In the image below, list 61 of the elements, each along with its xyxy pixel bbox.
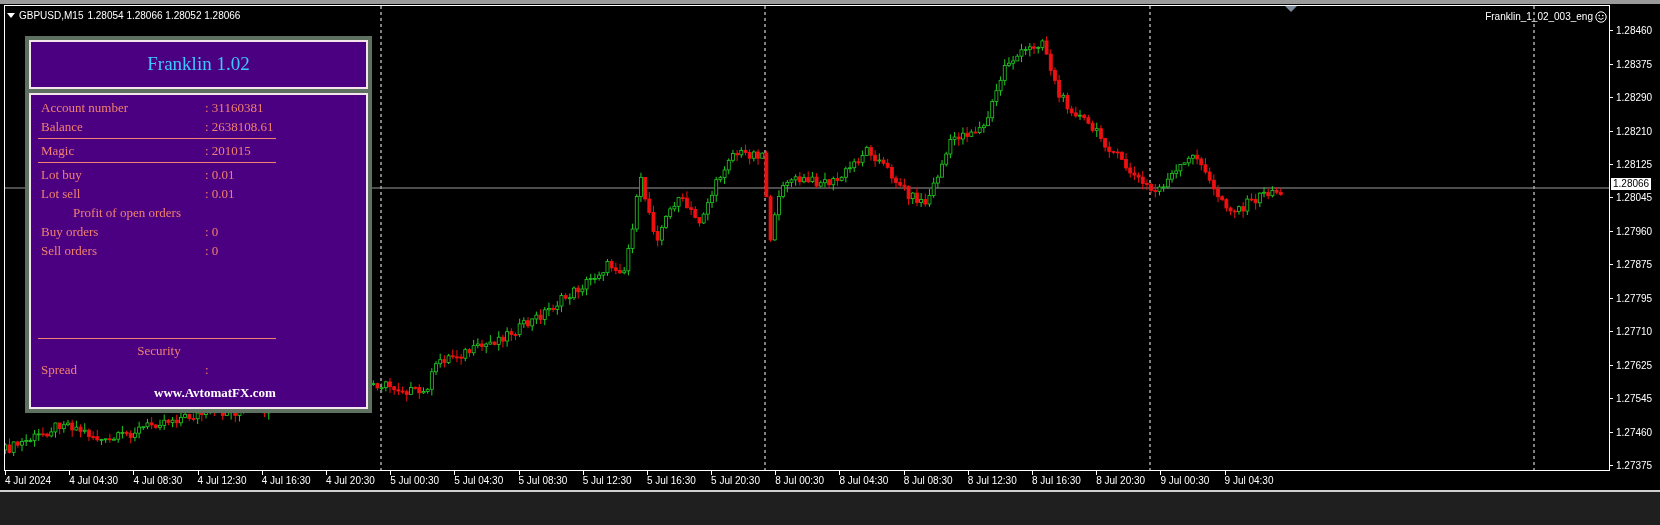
website-link[interactable]: www.AvtomatFX.com [154, 383, 276, 403]
time-label: 8 Jul 04:30 [839, 475, 890, 487]
field-value: : 201015 [205, 141, 251, 160]
price-label: 1.27375 [1615, 459, 1653, 474]
field-label: Spread [41, 360, 79, 379]
price-label: 1.28375 [1615, 57, 1653, 72]
expert-name: Franklin_1_02_003_eng [1485, 10, 1593, 24]
time-label: 4 Jul 2024 [5, 475, 53, 487]
field-label: Balance [41, 117, 84, 136]
field-value: : 0 [205, 222, 219, 241]
field-value: : 0.01 [205, 184, 235, 203]
field-value: : [205, 360, 209, 379]
time-label: 5 Jul 16:30 [646, 475, 697, 487]
field-label: Lot sell [41, 184, 82, 203]
time-label: 5 Jul 20:30 [711, 475, 761, 487]
field-label: Account number [41, 98, 129, 117]
current-price-label: 1.28066 [1611, 178, 1652, 190]
price-label: 1.27460 [1615, 425, 1653, 440]
time-label: 8 Jul 20:30 [1096, 475, 1147, 487]
section-heading: Security [137, 341, 181, 360]
field-value: : 0.01 [205, 165, 235, 184]
price-label: 1.27875 [1615, 258, 1653, 273]
chart-quotes: 1.28054 1.28066 1.28052 1.28066 [87, 9, 241, 23]
time-label: 5 Jul 12:30 [582, 475, 633, 487]
price-label: 1.28045 [1615, 191, 1653, 206]
price-label: 1.28290 [1615, 91, 1653, 106]
price-label: 1.28125 [1615, 158, 1653, 173]
field-value: : 0 [205, 241, 219, 260]
time-label: 4 Jul 16:30 [261, 475, 312, 487]
time-label: 5 Jul 08:30 [518, 475, 569, 487]
time-label: 9 Jul 04:30 [1224, 475, 1275, 487]
panel-title: Franklin 1.02 [147, 52, 250, 77]
field-label: Lot buy [41, 165, 83, 184]
time-label: 4 Jul 12:30 [197, 475, 248, 487]
field-label: Buy orders [41, 222, 100, 241]
time-label: 8 Jul 08:30 [903, 475, 954, 487]
chart-symbol: GBPUSD,M15 [19, 9, 84, 23]
field-label: Sell orders [41, 241, 98, 260]
price-label: 1.27710 [1615, 325, 1653, 340]
price-label: 1.27625 [1615, 358, 1653, 373]
field-value: : 2638108.61 [205, 117, 274, 136]
time-label: 8 Jul 00:30 [775, 475, 826, 487]
dropdown-icon[interactable] [7, 12, 15, 19]
price-label: 1.28210 [1615, 124, 1653, 139]
time-label: 5 Jul 04:30 [454, 475, 505, 487]
time-label: 4 Jul 08:30 [133, 475, 184, 487]
time-label: 5 Jul 00:30 [390, 475, 441, 487]
price-label: 1.27795 [1615, 291, 1653, 306]
smiley-icon[interactable] [1595, 10, 1607, 23]
price-label: 1.27545 [1615, 392, 1653, 407]
time-label: 9 Jul 00:30 [1160, 475, 1211, 487]
time-label: 4 Jul 04:30 [69, 475, 120, 487]
time-label: 4 Jul 20:30 [325, 475, 376, 487]
price-label: 1.28460 [1615, 24, 1653, 39]
time-label: 8 Jul 16:30 [1032, 475, 1082, 487]
time-label: 8 Jul 12:30 [967, 475, 1018, 487]
field-label: Magic [41, 141, 76, 160]
price-label: 1.27960 [1615, 224, 1653, 239]
shift-marker-icon[interactable] [1285, 6, 1297, 12]
field-value: : 31160381 [205, 98, 264, 117]
section-caption: Profit of open orders [73, 203, 181, 222]
